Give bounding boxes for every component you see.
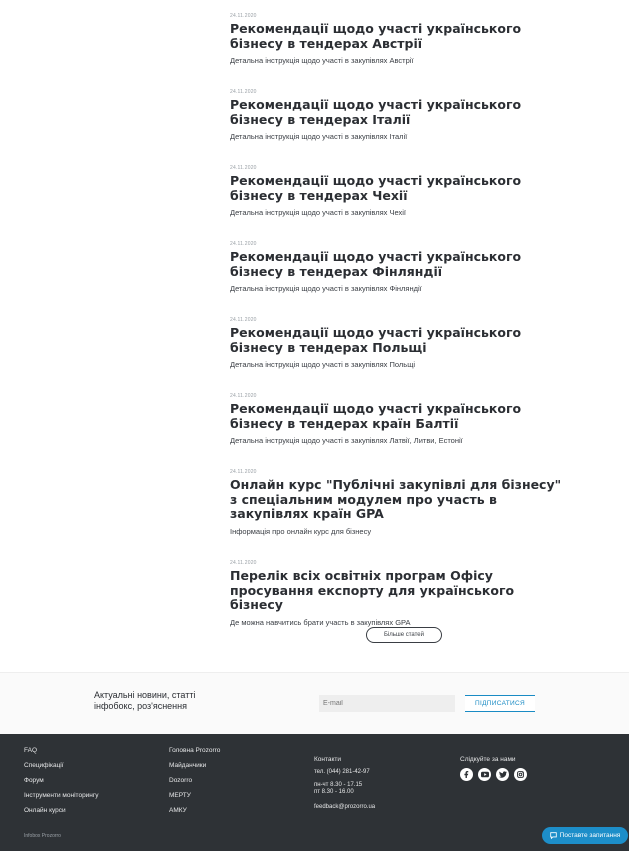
article-date: 24.11.2020 [230, 393, 257, 399]
subscribe-section: Актуальні новини, статті інфобокс, роз'я… [0, 672, 629, 734]
contacts-title: Контакти [314, 756, 342, 763]
article-card[interactable]: 24.11.2020 Рекомендації щодо участі укра… [230, 241, 570, 293]
email-field[interactable] [319, 695, 455, 712]
article-date: 24.11.2020 [230, 165, 257, 171]
article-card[interactable]: 24.11.2020 Рекомендації щодо участі укра… [230, 89, 570, 141]
article-title[interactable]: Рекомендації щодо участі українського бі… [230, 97, 570, 127]
footer-socials: Слідкуйте за нами [460, 756, 527, 781]
article-card[interactable]: 24.11.2020 Рекомендації щодо участі укра… [230, 165, 570, 217]
article-title[interactable]: Рекомендації щодо участі українського бі… [230, 401, 570, 431]
footer-link-monitoring[interactable]: Інструменти моніторингу [24, 791, 99, 806]
subscribe-button[interactable]: ПІДПИСАТИСЯ [465, 695, 535, 712]
article-card[interactable]: 24.11.2020 Рекомендації щодо участі укра… [230, 317, 570, 369]
footer-link-dozorro[interactable]: Dozorro [169, 776, 220, 791]
footer-link-platforms[interactable]: Майданчики [169, 761, 220, 776]
footer: FAQ Специфікації Форум Інструменти моніт… [0, 734, 629, 851]
contacts-hours-weekdays: пн-чт 8.30 - 17.15 [314, 782, 363, 788]
follow-title: Слідкуйте за нами [460, 756, 516, 763]
footer-link-prozorro[interactable]: Головна Prozorro [169, 746, 220, 761]
footer-link-mertu[interactable]: МЕРТУ [169, 791, 220, 806]
youtube-icon[interactable] [478, 768, 491, 781]
article-title[interactable]: Онлайн курс "Публічні закупівлі для бізн… [230, 477, 570, 522]
footer-contacts: Контакти тел. (044) 281-42-97 пн-чт 8.30… [314, 756, 375, 811]
article-card[interactable]: 24.11.2020 Рекомендації щодо участі укра… [230, 393, 570, 445]
article-description: Інформація про онлайн курс для бізнесу [230, 526, 372, 536]
copyright: Infobox Prozorro [24, 833, 61, 839]
contacts-email[interactable]: feedback@prozorro.ua [314, 804, 375, 811]
article-date: 24.11.2020 [230, 241, 257, 247]
article-date: 24.11.2020 [230, 13, 257, 19]
article-title[interactable]: Рекомендації щодо участі українського бі… [230, 249, 570, 279]
more-articles-button[interactable]: Більше статей [366, 627, 442, 643]
footer-link-amku[interactable]: АМКУ [169, 806, 220, 821]
article-date: 24.11.2020 [230, 317, 257, 323]
article-date: 24.11.2020 [230, 89, 257, 95]
article-date: 24.11.2020 [230, 560, 257, 566]
article-title[interactable]: Рекомендації щодо участі українського бі… [230, 325, 570, 355]
article-description: Детальна інструкція щодо участі в закупі… [230, 360, 416, 369]
article-description: Де можна навчитись брати участь в закупі… [230, 617, 411, 627]
instagram-icon[interactable] [514, 768, 527, 781]
twitter-icon[interactable] [496, 768, 509, 781]
article-card[interactable]: 24.11.2020 Онлайн курс "Публічні закупів… [230, 469, 570, 536]
article-description: Детальна інструкція щодо участі в закупі… [230, 284, 422, 293]
footer-link-courses[interactable]: Онлайн курси [24, 806, 99, 821]
article-description: Детальна інструкція щодо участі в закупі… [230, 436, 463, 445]
contacts-phone: тел. (044) 281-42-97 [314, 769, 370, 775]
article-description: Детальна інструкція щодо участі в закупі… [230, 132, 408, 141]
footer-links-secondary: Головна Prozorro Майданчики Dozorro МЕРТ… [169, 746, 220, 821]
footer-link-specs[interactable]: Специфікації [24, 761, 99, 776]
article-date: 24.11.2020 [230, 469, 257, 475]
chat-icon [549, 832, 557, 839]
ask-question-button[interactable]: Поставте запитання [542, 827, 628, 844]
article-card[interactable]: 24.11.2020 Рекомендації щодо участі укра… [230, 13, 570, 65]
subscribe-text: Актуальні новини, статті інфобокс, роз'я… [94, 690, 196, 711]
facebook-icon[interactable] [460, 768, 473, 781]
article-title[interactable]: Рекомендації щодо участі українського бі… [230, 173, 570, 203]
footer-link-faq[interactable]: FAQ [24, 746, 99, 761]
ask-question-label: Поставте запитання [559, 832, 621, 839]
article-card[interactable]: 24.11.2020 Перелік всіх освітніх програм… [230, 560, 570, 627]
contacts-hours-friday: пт 8.30 - 16.00 [314, 789, 354, 795]
article-description: Детальна інструкція щодо участі в закупі… [230, 56, 414, 65]
article-title[interactable]: Рекомендації щодо участі українського бі… [230, 21, 570, 51]
footer-link-forum[interactable]: Форум [24, 776, 99, 791]
article-description: Детальна інструкція щодо участі в закупі… [230, 208, 407, 217]
article-title[interactable]: Перелік всіх освітніх програм Офісу прос… [230, 568, 570, 613]
footer-links-primary: FAQ Специфікації Форум Інструменти моніт… [24, 746, 99, 821]
